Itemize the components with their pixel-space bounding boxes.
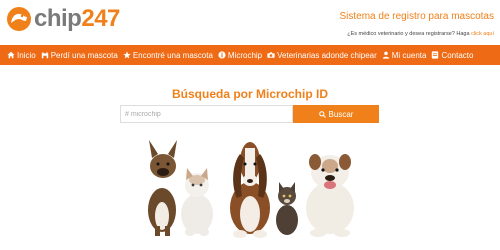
nav-item-perdi-mascota[interactable]: Perdí una mascota: [41, 51, 118, 60]
basset-hound-image: [230, 142, 270, 238]
site-header: chip247 Sistema de registro para mascota…: [0, 0, 500, 42]
nav-item-label: Veterinarias adonde chipear: [277, 50, 377, 60]
nav-item-encontre-mascota[interactable]: Encontré una mascota: [123, 51, 213, 60]
nav-item-label: Inicio: [17, 50, 36, 60]
white-cat-image: [181, 168, 213, 236]
logo-text-number: 247: [81, 5, 120, 32]
search-button-label: Buscar: [328, 109, 354, 119]
nav-item-label: Perdí una mascota: [50, 50, 118, 60]
nav-item-contacto[interactable]: Contacto: [431, 51, 473, 60]
microchip-search-input[interactable]: [120, 105, 293, 123]
logo-mark-icon: [7, 7, 31, 31]
logo[interactable]: chip247: [6, 6, 120, 32]
logo-text: chip247: [34, 6, 120, 32]
nav-item-label: Encontré una mascota: [132, 50, 213, 60]
nav-item-veterinarias[interactable]: Veterinarias adonde chipear: [267, 51, 377, 60]
camera-icon: [267, 51, 275, 59]
tagline: Sistema de registro para mascotas: [339, 11, 494, 22]
vet-register-question: ¿Es médico veterinario y desea registrar…: [347, 31, 470, 37]
nav-item-label: Microchip: [227, 50, 263, 60]
nav-item-label: Contacto: [441, 50, 474, 60]
contact-icon: [431, 51, 439, 59]
info-icon: [218, 51, 226, 59]
french-bulldog-image: [148, 140, 177, 236]
user-icon: [382, 51, 390, 59]
search-icon: [318, 110, 326, 118]
nav-item-inicio[interactable]: Inicio: [7, 51, 36, 60]
search-title: Búsqueda por Microchip ID: [171, 87, 328, 101]
search-button[interactable]: Buscar: [293, 105, 379, 123]
english-bulldog-image: [306, 154, 354, 237]
logo-text-chip: chip: [34, 5, 82, 32]
search-pet-icon: [41, 51, 49, 59]
nav-item-mi-cuenta[interactable]: Mi cuenta: [382, 50, 427, 60]
home-icon: [7, 51, 15, 59]
nav-item-microchip[interactable]: Microchip: [218, 51, 262, 60]
pets-group-image: [148, 140, 354, 238]
kitten-image: [276, 182, 298, 235]
vet-register-line: ¿Es médico veterinario y desea registrar…: [347, 31, 494, 37]
main-navbar: Inicio Perdí una mascota Encontré una ma…: [0, 45, 500, 65]
star-icon: [123, 51, 131, 59]
nav-item-label: Mi cuenta: [391, 50, 427, 60]
vet-register-link[interactable]: click aquí: [471, 31, 494, 37]
